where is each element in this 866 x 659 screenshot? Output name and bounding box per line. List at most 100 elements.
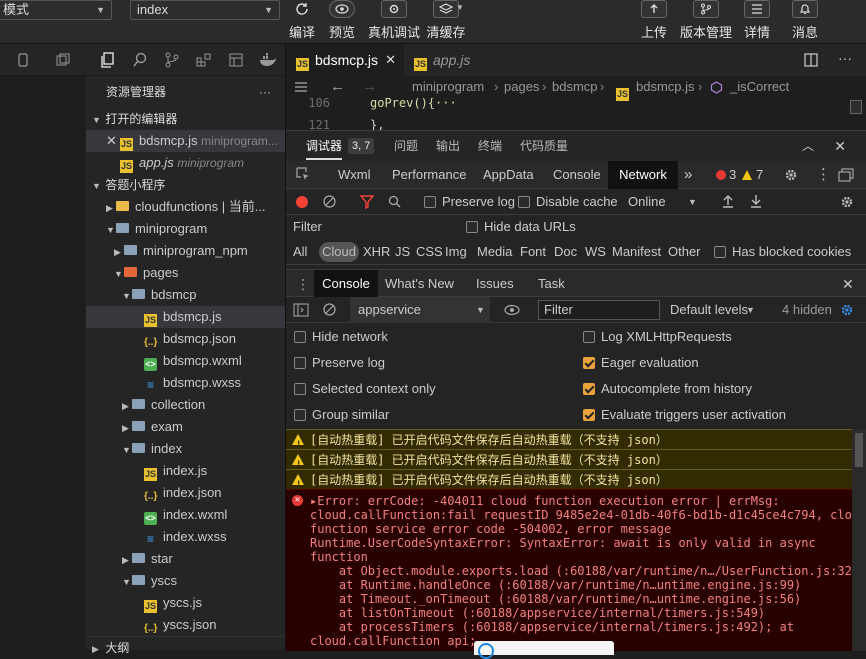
- close-icon[interactable]: ✕: [842, 270, 854, 298]
- tab-wxml[interactable]: Wxml: [338, 161, 371, 189]
- tree-item[interactable]: ▶ star: [86, 548, 285, 570]
- type-filter-img[interactable]: Img: [445, 239, 467, 265]
- checkbox[interactable]: [424, 196, 436, 208]
- messages-button[interactable]: 消息: [788, 0, 822, 41]
- close-icon[interactable]: ✕: [385, 44, 396, 76]
- kebab-menu-icon[interactable]: ⋮: [816, 161, 831, 189]
- warning-count[interactable]: 7: [756, 161, 763, 189]
- tree-item[interactable]: ▶ miniprogram_npm: [86, 240, 285, 262]
- type-filter-all[interactable]: All: [293, 239, 307, 265]
- more-tabs-icon[interactable]: »: [684, 161, 692, 189]
- more-icon[interactable]: ···: [259, 76, 271, 108]
- tree-item[interactable]: ▼ pages: [86, 262, 285, 284]
- disable-cache-checkbox[interactable]: Disable cache: [518, 189, 618, 215]
- compile-button[interactable]: 编译: [286, 0, 318, 41]
- editor-tab[interactable]: JS app.js: [404, 44, 504, 76]
- open-editors-section[interactable]: ▼ 打开的编辑器: [86, 108, 285, 130]
- eager-evaluation-checkbox[interactable]: Eager evaluation: [583, 355, 699, 370]
- tree-item[interactable]: ≡ bdsmcp.wxss: [86, 372, 285, 394]
- remote-debug-button[interactable]: 真机调试: [368, 0, 420, 41]
- checkbox[interactable]: [294, 383, 306, 395]
- console-scrollbar[interactable]: [852, 429, 866, 651]
- dock-icon[interactable]: [838, 168, 854, 182]
- version-button[interactable]: 版本管理: [678, 0, 734, 41]
- search-icon[interactable]: [478, 643, 494, 659]
- tree-item[interactable]: ▶ cloudfunctions | 当前...: [86, 196, 285, 218]
- group-similar-checkbox[interactable]: Group similar: [294, 407, 389, 422]
- tab-performance[interactable]: Performance: [392, 161, 466, 189]
- tree-item[interactable]: ▶ exam: [86, 416, 285, 438]
- download-har-icon[interactable]: [750, 194, 762, 208]
- type-filter-cloud[interactable]: Cloud: [319, 242, 359, 262]
- tree-item[interactable]: ▶ collection: [86, 394, 285, 416]
- source-control-icon[interactable]: [156, 44, 188, 76]
- tree-item[interactable]: JS index.js: [86, 460, 285, 482]
- window-icon[interactable]: [56, 53, 70, 67]
- tree-item[interactable]: {..} bdsmcp.json: [86, 328, 285, 350]
- clear-cache-button[interactable]: 清缓存 ▼: [426, 0, 466, 41]
- tree-item[interactable]: ≡ index.wxss: [86, 526, 285, 548]
- checkbox[interactable]: [466, 221, 478, 233]
- tab-problems[interactable]: 问题: [394, 131, 418, 161]
- breadcrumb-item[interactable]: _isCorrect: [730, 76, 789, 98]
- breadcrumb-item[interactable]: bdsmcp: [552, 76, 598, 98]
- tree-item[interactable]: JS yscs.js: [86, 592, 285, 614]
- tree-item[interactable]: {..} yscs.json: [86, 614, 285, 636]
- open-editor-item[interactable]: JS app.js miniprogram: [86, 152, 285, 174]
- drawer-tab-whats-new[interactable]: What's New: [385, 270, 454, 298]
- search-icon[interactable]: [124, 44, 156, 76]
- tab-code-quality[interactable]: 代码质量: [520, 131, 568, 161]
- checkbox[interactable]: [518, 196, 530, 208]
- sidebar-toggle-icon[interactable]: [293, 303, 309, 317]
- editor-tab-active[interactable]: JS bdsmcp.js ✕: [286, 44, 404, 76]
- type-filter-manifest[interactable]: Manifest: [612, 239, 661, 265]
- tree-item[interactable]: <> bdsmcp.wxml: [86, 350, 285, 372]
- selected-context-checkbox[interactable]: Selected context only: [294, 381, 436, 396]
- kebab-menu-icon[interactable]: ⋮: [296, 270, 310, 298]
- stack-frame-link[interactable]: at Timeout._onTimeout (:60188/var/runtim…: [310, 592, 852, 606]
- gear-icon[interactable]: [840, 303, 854, 317]
- tab-terminal[interactable]: 终端: [478, 131, 502, 161]
- compile-mode-select[interactable]: 模式 ▼: [0, 0, 112, 20]
- tree-item[interactable]: {..} index.json: [86, 482, 285, 504]
- evaluate-triggers-checkbox[interactable]: Evaluate triggers user activation: [583, 407, 786, 422]
- preserve-log-checkbox[interactable]: Preserve log: [424, 189, 515, 215]
- checkbox[interactable]: [714, 246, 726, 258]
- drawer-tab-issues[interactable]: Issues: [476, 270, 514, 298]
- extensions-icon[interactable]: [188, 44, 220, 76]
- type-filter-doc[interactable]: Doc: [554, 239, 577, 265]
- tree-item[interactable]: ▼ miniprogram: [86, 218, 285, 240]
- scrollbar-thumb[interactable]: [855, 433, 863, 467]
- context-select[interactable]: appservice: [350, 297, 490, 323]
- checkbox[interactable]: [583, 331, 595, 343]
- back-arrow-icon[interactable]: ←: [330, 76, 345, 98]
- files-icon[interactable]: [92, 44, 124, 76]
- upload-button[interactable]: 上传: [634, 0, 674, 41]
- checkbox[interactable]: [583, 383, 595, 395]
- type-filter-ws[interactable]: WS: [585, 239, 606, 265]
- preview-panel-icon[interactable]: [220, 44, 252, 76]
- tab-output[interactable]: 输出: [436, 131, 460, 161]
- tree-item[interactable]: <> index.wxml: [86, 504, 285, 526]
- checkbox[interactable]: [294, 357, 306, 369]
- code-area[interactable]: 106 goPrev(){··· 121 },: [286, 98, 866, 130]
- log-xhr-checkbox[interactable]: Log XMLHttpRequests: [583, 329, 732, 344]
- inspect-icon[interactable]: [296, 167, 310, 181]
- drawer-tab-task[interactable]: Task: [538, 270, 565, 298]
- tab-debugger[interactable]: 调试器: [306, 131, 342, 161]
- breadcrumb-item[interactable]: miniprogram: [412, 76, 484, 98]
- close-icon[interactable]: ✕: [834, 131, 846, 161]
- checkbox[interactable]: [294, 409, 306, 421]
- tab-appdata[interactable]: AppData: [483, 161, 534, 189]
- clear-icon[interactable]: [323, 303, 336, 316]
- checkbox[interactable]: [294, 331, 306, 343]
- breadcrumb-item[interactable]: pages: [504, 76, 539, 98]
- phone-icon[interactable]: [18, 53, 28, 67]
- list-icon[interactable]: [294, 76, 308, 98]
- docker-icon[interactable]: [252, 44, 284, 76]
- stack-frame-link[interactable]: at processTimers (:60188/appservice/inte…: [310, 620, 852, 634]
- floating-toolbar[interactable]: [474, 641, 614, 659]
- network-filter-input[interactable]: Filter: [290, 218, 454, 236]
- tree-item[interactable]: ▼ bdsmcp: [86, 284, 285, 306]
- tree-item[interactable]: ▼ index: [86, 438, 285, 460]
